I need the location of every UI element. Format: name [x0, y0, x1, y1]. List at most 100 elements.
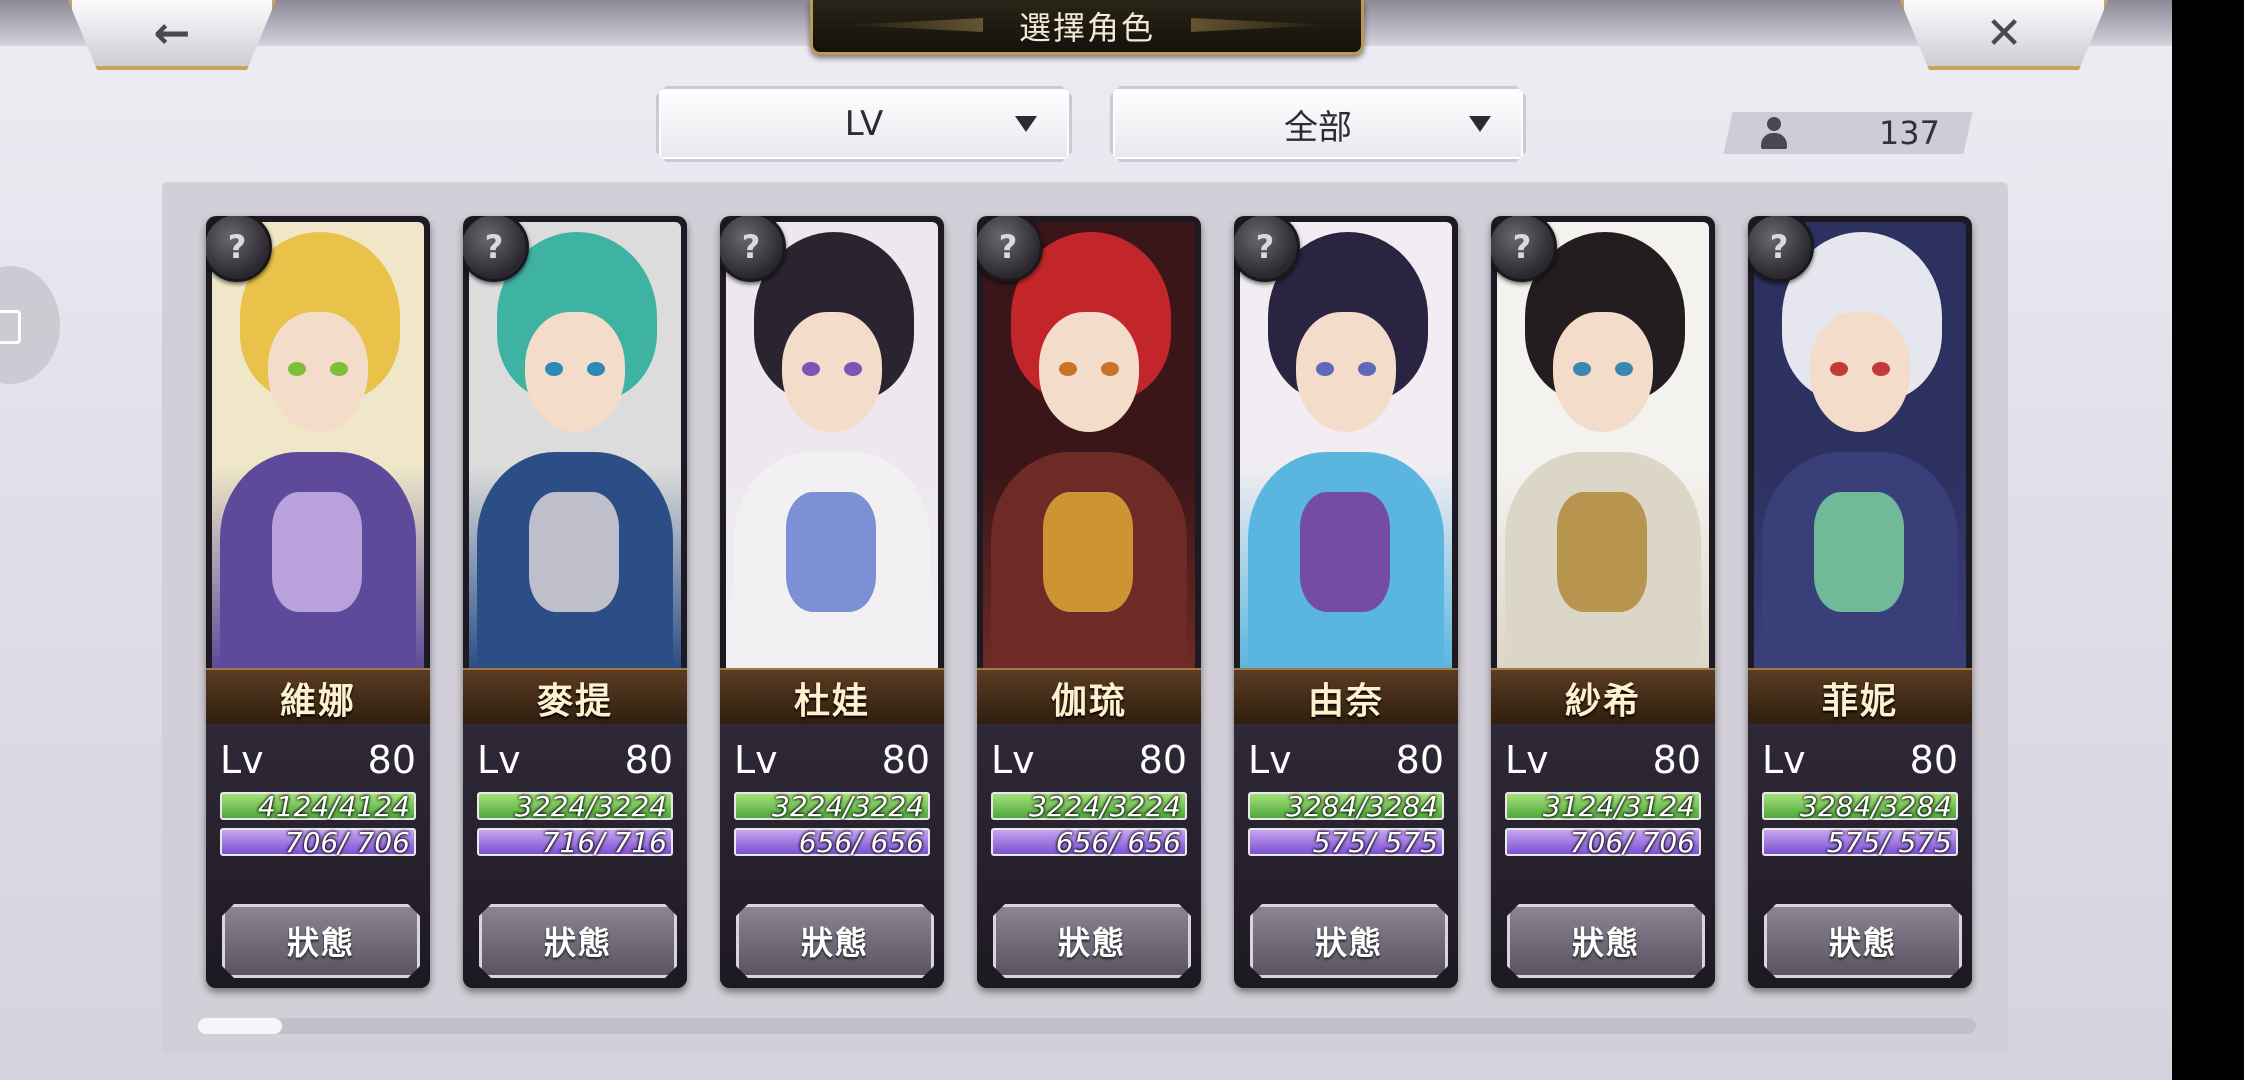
character-card[interactable]: ? 杜娃 Lv 80 3224/3224 656/ 656 狀態 [720, 216, 944, 988]
character-card[interactable]: ? 伽琉 Lv 80 3224/3224 656/ 656 狀態 [977, 216, 1201, 988]
hp-bar: 3224/3224 [477, 789, 673, 823]
mp-value: 575/ 575 [1312, 825, 1438, 859]
level-label: Lv [991, 738, 1035, 782]
level-row: Lv 80 [477, 738, 673, 782]
person-icon [1760, 117, 1788, 149]
level-value: 80 [1138, 738, 1187, 782]
hp-bar: 3284/3284 [1248, 789, 1444, 823]
portrait-accent [529, 492, 619, 612]
character-name: 由奈 [1234, 668, 1458, 728]
character-name: 維娜 [206, 668, 430, 728]
portrait-eye-right [844, 362, 862, 376]
hp-bar: 4124/4124 [220, 790, 416, 823]
status-button-label: 狀態 [800, 924, 869, 962]
hp-value: 3224/3224 [772, 789, 924, 823]
portrait-face [1553, 312, 1653, 432]
portrait-eye-left [288, 362, 306, 376]
character-stats: Lv 80 3224/3224 716/ 716 狀態 [463, 724, 687, 988]
status-button-label: 狀態 [286, 924, 355, 962]
drawer-icon [0, 310, 21, 344]
character-card[interactable]: ? 麥提 Lv 80 3224/3224 716/ 716 狀態 [463, 216, 687, 988]
filter-dropdown[interactable]: 全部 [1110, 86, 1526, 162]
game-screen: ← 選擇角色 ✕ LV 全部 137 ? 維娜 Lv 80 4124/4124 … [0, 0, 2172, 1080]
side-drawer-handle[interactable] [0, 266, 60, 384]
character-portrait[interactable] [212, 222, 424, 668]
character-card[interactable]: ? 菲妮 Lv 80 3284/3284 575/ 575 狀態 [1748, 216, 1972, 988]
character-portrait[interactable] [469, 222, 681, 668]
hp-value: 3124/3124 [1543, 789, 1695, 823]
mp-bar: 706/ 706 [1505, 826, 1701, 859]
status-button[interactable]: 狀態 [222, 904, 420, 978]
level-row: Lv 80 [734, 738, 930, 782]
character-name: 菲妮 [1748, 668, 1972, 728]
portrait-face [1296, 312, 1396, 432]
filter-dropdown-value: 全部 [1284, 107, 1352, 148]
status-button[interactable]: 狀態 [1764, 904, 1962, 978]
back-button[interactable]: ← [68, 0, 276, 70]
character-stats: Lv 80 3284/3284 575/ 575 狀態 [1748, 724, 1972, 988]
portrait-accent [1814, 492, 1904, 612]
status-button-label: 狀態 [1314, 924, 1383, 962]
horizontal-scrollbar[interactable] [198, 1018, 1976, 1034]
character-name: 紗希 [1491, 668, 1715, 728]
character-name-text: 紗希 [1564, 680, 1641, 722]
hp-bar: 3124/3124 [1505, 789, 1701, 823]
level-label: Lv [1762, 738, 1806, 782]
portrait-eye-left [1573, 362, 1591, 376]
character-portrait[interactable] [1497, 222, 1709, 668]
level-value: 80 [881, 738, 930, 782]
mp-value: 706/ 706 [284, 825, 410, 859]
level-label: Lv [477, 738, 521, 782]
portrait-eye-right [587, 362, 605, 376]
portrait-face [1810, 312, 1910, 432]
character-count: 137 [1748, 112, 1968, 154]
character-name-text: 維娜 [279, 680, 356, 722]
level-value: 80 [367, 738, 416, 782]
level-label: Lv [1248, 738, 1292, 782]
sort-dropdown-value: LV [844, 104, 884, 144]
character-name-text: 杜娃 [793, 680, 870, 722]
character-count-value: 137 [1878, 114, 1940, 152]
status-button[interactable]: 狀態 [993, 904, 1191, 978]
portrait-face [1039, 312, 1139, 432]
character-card[interactable]: ? 維娜 Lv 80 4124/4124 706/ 706 狀態 [206, 216, 430, 988]
portrait-eye-left [1830, 362, 1848, 376]
portrait-eye-right [1872, 362, 1890, 376]
sort-dropdown[interactable]: LV [656, 86, 1072, 162]
portrait-accent [786, 492, 876, 612]
portrait-eye-right [1615, 362, 1633, 376]
character-name-text: 由奈 [1307, 680, 1384, 722]
mp-value: 575/ 575 [1826, 825, 1952, 859]
status-button[interactable]: 狀態 [1507, 904, 1705, 978]
status-button[interactable]: 狀態 [479, 904, 677, 978]
character-portrait[interactable] [726, 222, 938, 668]
character-portrait[interactable] [1754, 222, 1966, 668]
status-button[interactable]: 狀態 [736, 904, 934, 978]
portrait-face [525, 312, 625, 432]
portrait-face [782, 312, 882, 432]
character-stats: Lv 80 3124/3124 706/ 706 狀態 [1491, 724, 1715, 988]
hp-value: 3284/3284 [1800, 789, 1952, 823]
status-button-label: 狀態 [543, 924, 612, 962]
level-label: Lv [1505, 738, 1549, 782]
mp-bar: 575/ 575 [1762, 825, 1958, 859]
hp-bar: 3284/3284 [1762, 789, 1958, 823]
level-value: 80 [1652, 738, 1701, 782]
status-button[interactable]: 狀態 [1250, 904, 1448, 978]
hp-value: 3284/3284 [1286, 789, 1438, 823]
back-arrow-icon: ← [153, 7, 191, 59]
status-button-label: 狀態 [1057, 924, 1126, 962]
character-stats: Lv 80 3224/3224 656/ 656 狀態 [720, 724, 944, 988]
portrait-accent [272, 492, 362, 612]
character-portrait[interactable] [1240, 222, 1452, 668]
chevron-down-icon [1015, 116, 1037, 132]
character-card[interactable]: ? 由奈 Lv 80 3284/3284 575/ 575 狀態 [1234, 216, 1458, 988]
page-title-text: 選擇角色 [1018, 9, 1155, 47]
mp-value: 716/ 716 [541, 825, 667, 859]
character-portrait[interactable] [983, 222, 1195, 668]
mp-bar: 575/ 575 [1248, 825, 1444, 859]
scrollbar-thumb[interactable] [198, 1018, 282, 1034]
close-button[interactable]: ✕ [1900, 0, 2108, 70]
character-card[interactable]: ? 紗希 Lv 80 3124/3124 706/ 706 狀態 [1491, 216, 1715, 988]
hp-value: 3224/3224 [515, 789, 667, 823]
